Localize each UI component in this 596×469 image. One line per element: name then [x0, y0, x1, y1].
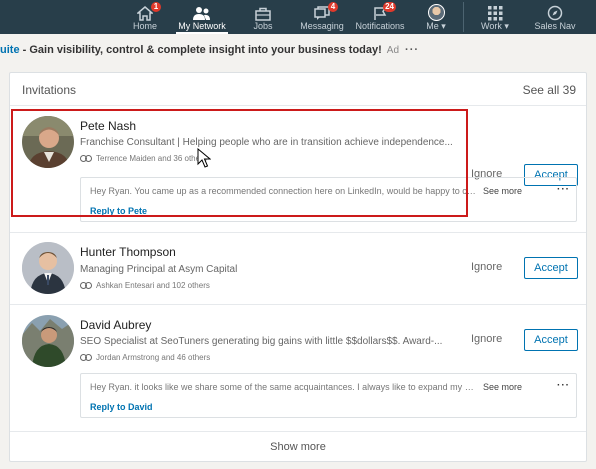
compass-icon	[547, 5, 563, 21]
more-options-icon[interactable]: ···	[557, 184, 570, 195]
message-text: Hey Ryan. it looks like we share some of…	[90, 382, 478, 392]
nav-messaging-label: Messaging	[300, 21, 344, 31]
mouse-cursor-icon	[197, 148, 211, 168]
top-nav: 1 Home My Network Jobs 4 Messaging 24 No…	[0, 0, 596, 34]
chevron-down-icon: ▾	[504, 21, 509, 31]
ad-link[interactable]: uite	[0, 44, 20, 56]
nav-home[interactable]: 1 Home	[130, 0, 161, 34]
nav-work[interactable]: Work ▾	[476, 0, 514, 34]
highlight-box	[11, 109, 468, 217]
messaging-badge: 4	[328, 2, 338, 12]
mutual-connections[interactable]: Ashkan Entesari and 102 others	[96, 281, 210, 290]
inviter-headline: SEO Specialist at SeoTuners generating b…	[80, 336, 443, 347]
nav-notifications-label: Notifications	[355, 21, 405, 31]
card-title: Invitations	[22, 83, 77, 97]
ad-banner[interactable]: uite - Gain visibility, control & comple…	[0, 43, 419, 58]
notifications-badge: 24	[383, 2, 396, 12]
show-more-button[interactable]: Show more	[10, 431, 586, 462]
nav-jobs-label: Jobs	[253, 21, 273, 31]
grid-icon	[487, 6, 502, 21]
reply-link[interactable]: Reply to David	[90, 402, 153, 412]
nav-divider	[463, 2, 464, 32]
inviter-name[interactable]: David Aubrey	[80, 318, 151, 332]
ad-text[interactable]: - Gain visibility, control & complete in…	[20, 44, 382, 56]
see-all-link[interactable]: See all 39	[523, 83, 576, 97]
nav-work-label: Work	[481, 21, 502, 31]
invitation-message: Hey Ryan. it looks like we share some of…	[80, 373, 577, 418]
nav-jobs[interactable]: Jobs	[249, 0, 277, 34]
nav-home-label: Home	[132, 21, 157, 31]
invitation-item: David Aubrey SEO Specialist at SeoTuners…	[10, 304, 586, 430]
avatar[interactable]	[22, 315, 74, 367]
active-tab-indicator	[176, 32, 228, 34]
nav-sales-nav[interactable]: Sales Nav	[534, 0, 576, 34]
see-more-link[interactable]: See more	[483, 186, 522, 196]
nav-me[interactable]: Me ▾	[418, 0, 454, 34]
mutual-connections[interactable]: Jordan Armstrong and 46 others	[96, 353, 210, 362]
nav-sales-nav-label: Sales Nav	[534, 21, 576, 31]
nav-me-label: Me	[426, 21, 439, 31]
nav-my-network-label: My Network	[178, 21, 226, 31]
briefcase-icon	[255, 7, 271, 21]
people-icon	[193, 7, 210, 20]
avatar[interactable]	[22, 242, 74, 294]
ignore-button[interactable]: Ignore	[471, 261, 502, 273]
inviter-headline: Managing Principal at Asym Capital	[80, 264, 238, 275]
me-avatar	[427, 4, 445, 21]
ad-more-button[interactable]: ···	[405, 44, 419, 56]
ignore-button[interactable]: Ignore	[471, 333, 502, 345]
ad-tag: Ad	[386, 45, 400, 56]
card-header: Invitations See all 39	[10, 73, 586, 106]
invitation-item: Hunter Thompson Managing Principal at As…	[10, 232, 586, 304]
home-badge: 1	[151, 2, 161, 12]
accept-button[interactable]: Accept	[524, 257, 578, 279]
accept-button[interactable]: Accept	[524, 329, 578, 351]
mutual-connections-icon	[80, 282, 92, 289]
nav-notifications[interactable]: 24 Notifications	[354, 0, 406, 34]
nav-messaging[interactable]: 4 Messaging	[298, 0, 346, 34]
nav-my-network[interactable]: My Network	[176, 0, 228, 34]
chevron-down-icon: ▾	[441, 21, 446, 31]
see-more-link[interactable]: See more	[483, 382, 522, 392]
mutual-connections-icon	[80, 354, 92, 361]
more-options-icon[interactable]: ···	[557, 380, 570, 391]
inviter-name[interactable]: Hunter Thompson	[80, 245, 176, 259]
